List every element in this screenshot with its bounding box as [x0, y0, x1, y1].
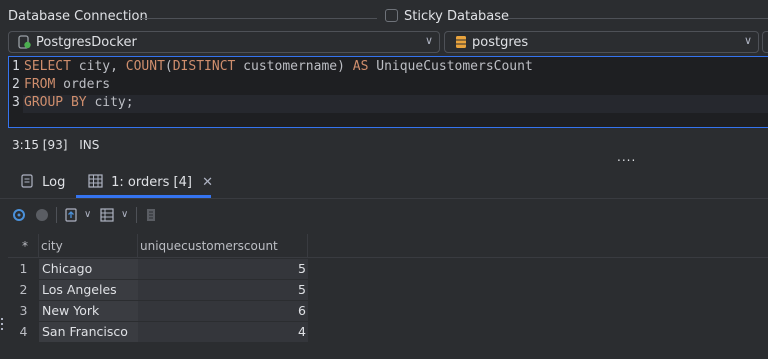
header-filler — [308, 234, 768, 258]
toolbar-divider — [136, 207, 137, 223]
table-icon — [88, 174, 103, 188]
cell-uniquecustomerscount[interactable]: 5 — [138, 280, 308, 300]
sql-keyword: FROM — [24, 77, 56, 92]
table-row[interactable]: 2 Los Angeles 5 — [8, 280, 308, 300]
row-number: 4 — [19, 324, 28, 339]
section-divider — [141, 18, 377, 19]
cell-city[interactable]: San Francisco — [39, 322, 138, 342]
code-line[interactable]: FROM orders — [24, 77, 110, 92]
line-number: 2 — [12, 77, 20, 92]
row-number: 1 — [19, 261, 28, 276]
caret-position: 3:15 [93] — [12, 138, 68, 152]
table-row[interactable]: 3 New York 6 — [8, 301, 308, 321]
close-icon[interactable]: ✕ — [202, 175, 213, 190]
sql-identifier: city, — [70, 59, 126, 74]
column-header-uniquecustomerscount[interactable]: uniquecustomerscount — [138, 234, 308, 258]
table-row[interactable]: 1 Chicago 5 — [8, 259, 308, 279]
tab-log[interactable]: Log — [20, 174, 65, 190]
row-number-header: * — [8, 234, 39, 258]
postgres-datasource-icon — [18, 35, 31, 49]
table-row[interactable]: 4 San Francisco 4 — [8, 322, 308, 342]
code-line[interactable]: SELECT city, COUNT(DISTINCT customername… — [24, 59, 533, 74]
export-icon[interactable] — [64, 208, 78, 222]
log-icon — [21, 174, 33, 188]
left-edge-handle — [0, 0, 3, 359]
database-value: postgres — [472, 35, 529, 50]
line-number: 1 — [12, 59, 20, 74]
cell-city[interactable]: Chicago — [39, 259, 138, 279]
stop-icon[interactable] — [35, 208, 49, 222]
current-line-highlight — [23, 95, 768, 113]
sticky-database-label: Sticky Database — [404, 9, 510, 24]
tab-separator — [0, 198, 768, 199]
results-grid[interactable]: * city uniquecustomerscount 1 Chicago 5 2 Lo… — [8, 234, 768, 359]
column-header-city[interactable]: city — [39, 234, 138, 258]
sql-identifier: UniqueCustomersCount — [368, 59, 533, 74]
more-select-edge[interactable] — [762, 31, 768, 53]
line-number: 3 — [12, 95, 20, 110]
sql-identifier: city; — [86, 95, 134, 110]
sql-keyword: AS — [352, 59, 369, 74]
more-options-handle[interactable]: .... — [617, 150, 636, 164]
tab-orders-label: 1: orders [4] — [111, 175, 192, 190]
chevron-down-icon[interactable]: ∨ — [84, 209, 91, 220]
chevron-down-icon: ∨ — [743, 34, 752, 47]
database-icon — [456, 36, 466, 48]
code-line[interactable]: GROUP BY city; — [24, 95, 134, 110]
cell-uniquecustomerscount[interactable]: 4 — [138, 322, 308, 342]
cell-uniquecustomerscount[interactable]: 5 — [138, 259, 308, 279]
table-view-icon[interactable] — [100, 208, 114, 222]
cell-city[interactable]: New York — [39, 301, 138, 321]
datasource-select[interactable]: PostgresDocker ∨ — [8, 31, 440, 53]
section-divider — [505, 18, 768, 19]
cell-city[interactable]: Los Angeles — [39, 280, 138, 300]
sql-keyword: DISTINCT — [172, 59, 236, 74]
sql-identifier: ( — [164, 59, 173, 74]
chevron-down-icon: ∨ — [424, 34, 433, 47]
sql-keyword: SELECT — [24, 59, 71, 74]
datasource-value: PostgresDocker — [36, 35, 137, 50]
sql-editor[interactable]: 1 SELECT city, COUNT(DISTINCT customernam… — [8, 56, 768, 128]
cursor-position: 3:15 [93] INS — [12, 138, 99, 152]
delete-icon[interactable] — [144, 208, 158, 222]
row-number: 3 — [19, 303, 28, 318]
cell-uniquecustomerscount[interactable]: 6 — [138, 301, 308, 321]
sql-keyword: GROUP BY — [24, 95, 87, 110]
row-number: 2 — [19, 282, 28, 297]
database-select[interactable]: postgres ∨ — [444, 31, 759, 53]
tab-log-label: Log — [42, 175, 66, 190]
sql-keyword: COUNT — [125, 59, 165, 74]
insert-mode: INS — [79, 138, 100, 152]
sticky-database-checkbox[interactable] — [385, 9, 398, 22]
sql-identifier: customername) — [235, 59, 353, 74]
refresh-icon[interactable] — [12, 208, 26, 222]
tab-orders-results[interactable]: 1: orders [4] ✕ — [88, 174, 213, 190]
toolbar-divider — [56, 207, 57, 223]
chevron-down-icon[interactable]: ∨ — [121, 209, 128, 220]
sql-identifier: orders — [55, 77, 111, 92]
database-connection-label: Database Connection — [8, 9, 148, 24]
